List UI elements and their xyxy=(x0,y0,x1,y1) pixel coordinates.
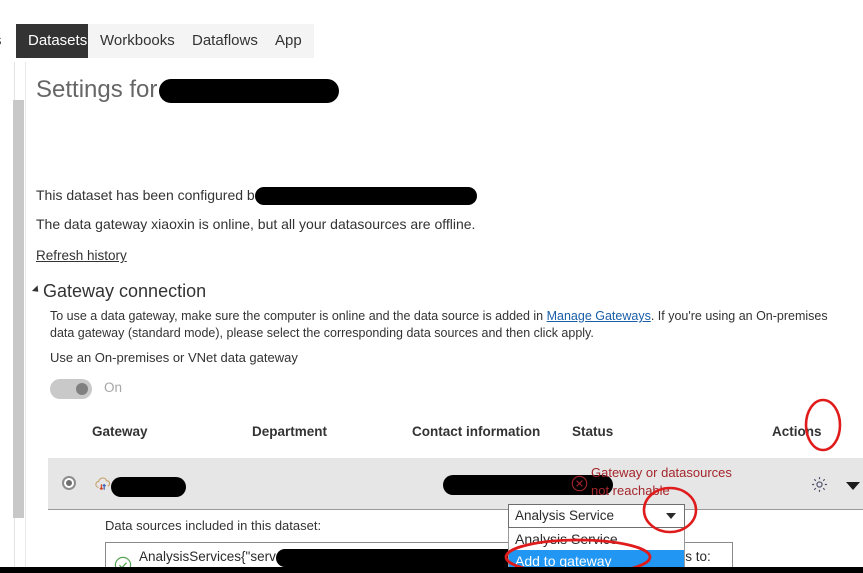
data-sources-panel: Data sources included in this dataset: A… xyxy=(48,510,863,573)
gateway-description: To use a data gateway, make sure the com… xyxy=(50,308,843,342)
tab-workbooks[interactable]: Workbooks xyxy=(88,24,187,58)
radio-dot xyxy=(66,480,72,486)
table-row[interactable]: Gateway or datasources not reachable xyxy=(48,458,863,510)
chevron-down-triangle xyxy=(846,482,860,490)
use-gateway-toggle[interactable] xyxy=(50,379,92,399)
error-circle-icon xyxy=(571,475,588,497)
column-header-status: Status xyxy=(572,424,614,439)
gateway-connection-heading-text: Gateway connection xyxy=(43,281,207,301)
gateway-connection-heading[interactable]: Gateway connection xyxy=(31,281,207,302)
toggle-knob xyxy=(76,383,88,395)
configured-by-line: This dataset has been configured b xyxy=(36,187,477,206)
redacted-data-source-server xyxy=(276,549,521,567)
column-header-department: Department xyxy=(252,424,328,439)
collapse-caret-icon[interactable] xyxy=(31,285,42,295)
redacted-dataset-name xyxy=(159,78,340,103)
settings-content: Settings for This dataset has been confi… xyxy=(30,62,863,573)
use-gateway-label: Use an On-premises or VNet data gateway xyxy=(50,350,298,365)
gateway-table-header: Gateway Department Contact information S… xyxy=(30,424,863,454)
chevron-down-icon[interactable] xyxy=(666,513,676,519)
cloud-sync-icon xyxy=(93,474,113,499)
data-source-name: AnalysisServices{"server" xyxy=(139,549,293,564)
select-option-analysis-service[interactable]: Analysis Service xyxy=(509,528,684,550)
mapping-select-value: Analysis Service xyxy=(515,508,615,523)
bottom-edge-strip xyxy=(0,567,863,573)
column-header-gateway: Gateway xyxy=(92,424,148,439)
power-bi-dataset-settings-screen: s Datasets Workbooks Dataflows App Setti… xyxy=(0,0,863,573)
configured-by-text: This dataset has been configured b xyxy=(36,187,255,203)
gateway-status-message: The data gateway xiaoxin is online, but … xyxy=(36,216,476,232)
tab-dataflows[interactable]: Dataflows xyxy=(180,24,270,58)
page-title-text: Settings for xyxy=(36,76,158,103)
column-header-contact: Contact information xyxy=(412,424,541,439)
tab-app[interactable]: App xyxy=(263,24,314,58)
vertical-scrollbar-thumb[interactable] xyxy=(13,100,24,518)
mapping-select[interactable]: Analysis Service xyxy=(508,504,685,528)
column-header-actions: Actions xyxy=(772,424,822,439)
status-badge: Gateway or datasources not reachable xyxy=(591,465,732,498)
gear-icon[interactable] xyxy=(810,475,829,499)
manage-gateways-link[interactable]: Manage Gateways xyxy=(547,309,651,323)
gateway-radio-selected[interactable] xyxy=(62,476,76,490)
redacted-owner-name xyxy=(254,187,477,206)
tab-datasets[interactable]: Datasets xyxy=(16,24,100,58)
data-sources-label: Data sources included in this dataset: xyxy=(105,518,322,533)
row-expand-chevron-down-icon[interactable] xyxy=(846,479,860,491)
toggle-state-label: On xyxy=(104,380,123,395)
redacted-gateway-name xyxy=(111,477,186,497)
gateway-description-part1: To use a data gateway, make sure the com… xyxy=(50,309,547,323)
top-tab-bar: s Datasets Workbooks Dataflows App xyxy=(0,24,863,58)
refresh-history-link[interactable]: Refresh history xyxy=(36,248,127,263)
tab-partial-left[interactable]: s xyxy=(0,24,12,58)
page-title: Settings for xyxy=(36,76,340,104)
